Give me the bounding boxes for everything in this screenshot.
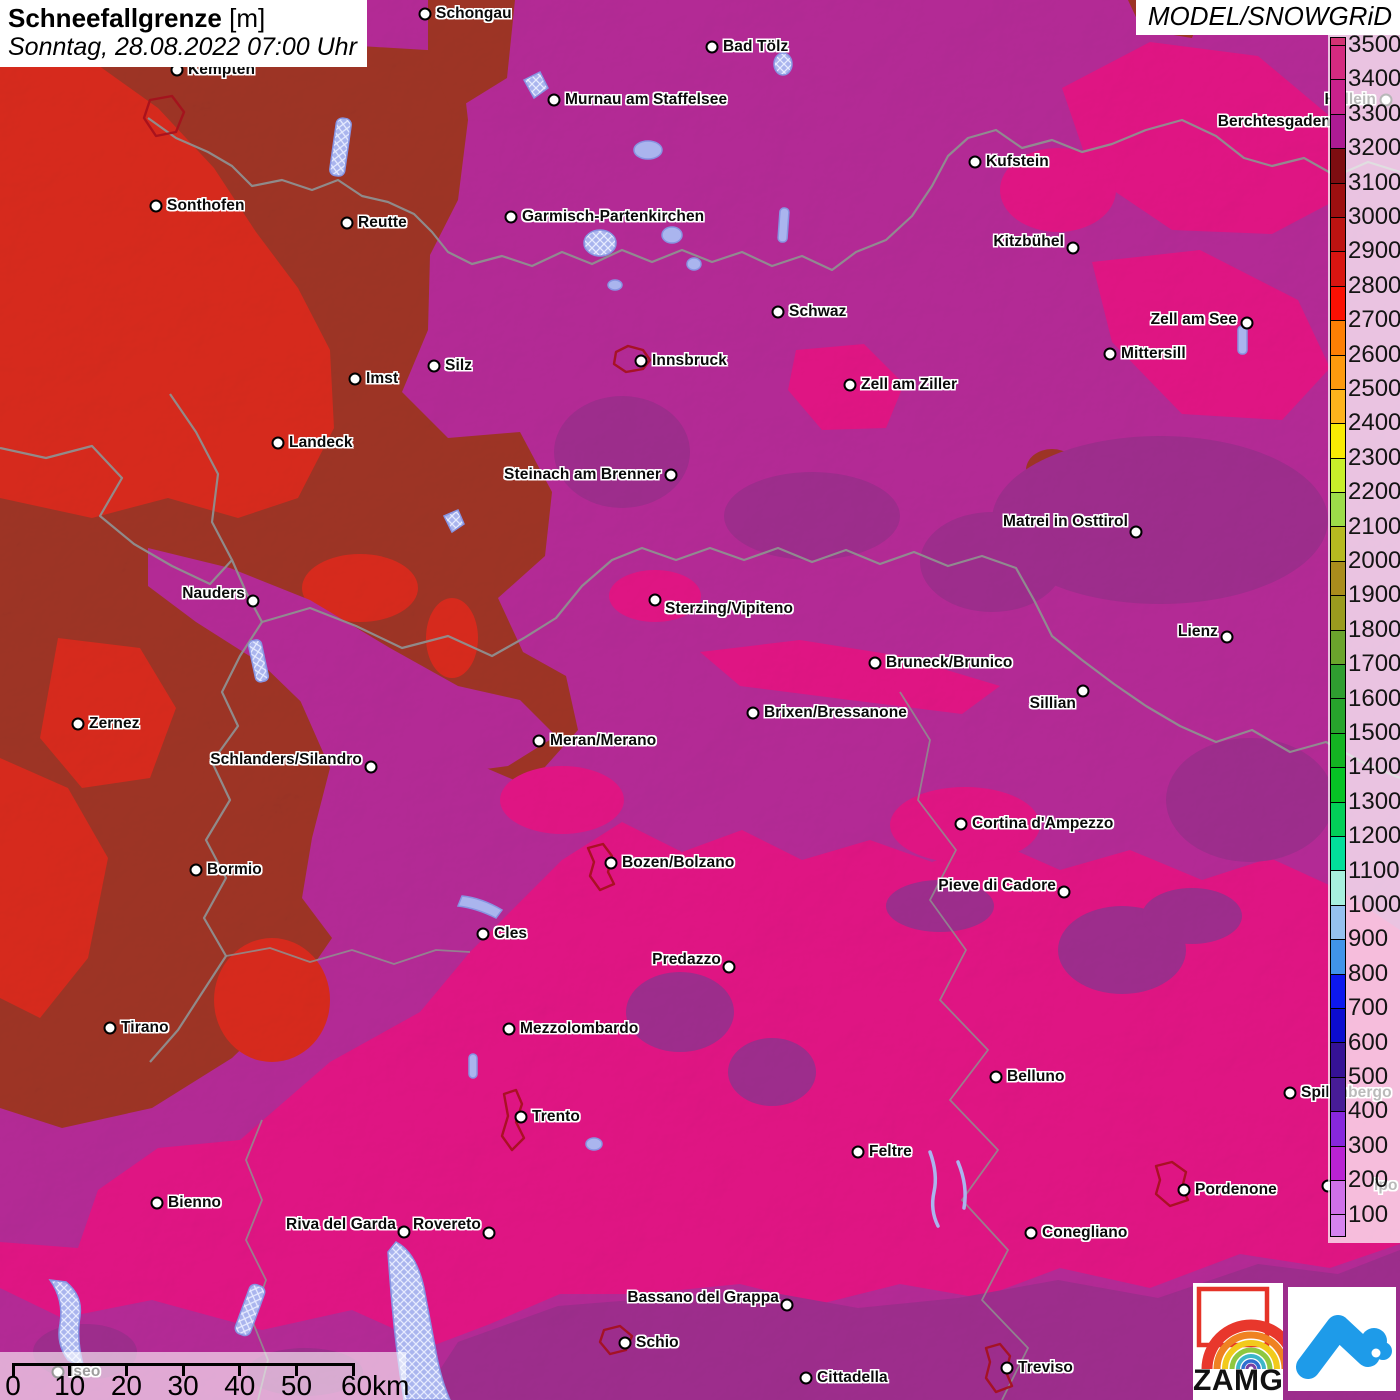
legend-cell-7 (1331, 252, 1345, 287)
legend-cell-28 (1331, 974, 1345, 1009)
legend-cell-18 (1331, 630, 1345, 666)
legend-cell-22 (1331, 768, 1345, 803)
lake-caldonazzo (585, 1137, 603, 1151)
legend-cell-5 (1331, 183, 1345, 218)
legend-cell-21 (1331, 733, 1345, 769)
legend-cell-15 (1331, 527, 1345, 562)
legend-cell-29 (1331, 1008, 1345, 1044)
legend-cell-14 (1331, 493, 1345, 528)
glacier-karwendel (773, 52, 793, 76)
legend-cell-0 (1331, 38, 1345, 46)
legend-cell-17 (1331, 596, 1345, 631)
scalebar-label-0: 0 (5, 1370, 21, 1400)
legend-cell-3 (1331, 114, 1345, 150)
title-text: Schneefallgrenze (8, 3, 222, 33)
legend-cell-34 (1331, 1180, 1345, 1216)
legend-cell-30 (1331, 1043, 1345, 1078)
title-box: Schneefallgrenze [m] Sonntag, 28.08.2022… (0, 0, 367, 67)
legend-cell-26 (1331, 905, 1345, 941)
hillshade-texture (0, 0, 1400, 1400)
legend-cell-10 (1331, 355, 1345, 390)
legend-cell-31 (1331, 1077, 1345, 1113)
lake-zellersee (1237, 325, 1248, 355)
legend-cell-19 (1331, 665, 1345, 700)
legend-colorbar (1330, 37, 1346, 1238)
legend-cell-2 (1331, 80, 1345, 115)
snowgrid-map-screenshot: Kempten Schongau Bad Tölz Murnau am Staffel… (0, 0, 1400, 1400)
weather-map (0, 0, 1400, 1400)
legend-cell-35 (1331, 1215, 1345, 1237)
scalebar-label-50: 50 (280, 1370, 313, 1400)
legend-cell-25 (1331, 871, 1345, 906)
legend-cell-11 (1331, 389, 1345, 425)
legend-cell-8 (1331, 286, 1345, 322)
legend-cell-13 (1331, 458, 1345, 494)
map-datetime: Sonntag, 28.08.2022 07:00 Uhr (8, 33, 357, 61)
lake-walchensee (633, 140, 663, 160)
scalebar-label-30: 30 (167, 1370, 199, 1400)
legend-cell-12 (1331, 424, 1345, 459)
scalebar-label-20: 20 (110, 1370, 142, 1400)
scalebar-label-40: 40 (224, 1370, 256, 1400)
zamg-logo-text: ZAMG (1193, 1364, 1284, 1397)
legend-cell-33 (1331, 1146, 1345, 1181)
legend-cell-9 (1331, 321, 1345, 356)
title-unit: [m] (229, 3, 266, 33)
legend-cell-1 (1331, 46, 1345, 81)
scalebar-label-10: 10 (54, 1370, 86, 1400)
map-title: Schneefallgrenze [m] (8, 3, 357, 33)
lake-staffelsee (583, 229, 617, 257)
scalebar: 0 10 20 30 40 50 60km (0, 1352, 410, 1400)
zamg-logo: ZAMG (1193, 1283, 1301, 1400)
scalebar-label-60km: 60km (340, 1370, 410, 1400)
snowgrid-logo (1288, 1287, 1396, 1391)
legend-cell-27 (1331, 940, 1345, 975)
legend-cell-23 (1331, 802, 1345, 837)
lake-achensee (777, 207, 790, 243)
mountain-cloud-icon (1296, 1315, 1392, 1379)
legend-cell-6 (1331, 217, 1345, 253)
legend-cell-16 (1331, 561, 1345, 597)
legend-cell-24 (1331, 836, 1345, 872)
zamg-rainbow-icon (1196, 1286, 1301, 1370)
legend-cell-32 (1331, 1112, 1345, 1147)
model-label: MODEL/SNOWGRiD (1135, 0, 1400, 35)
legend-cell-20 (1331, 699, 1345, 734)
legend-cell-4 (1331, 149, 1345, 184)
lake-molveno (468, 1053, 478, 1079)
